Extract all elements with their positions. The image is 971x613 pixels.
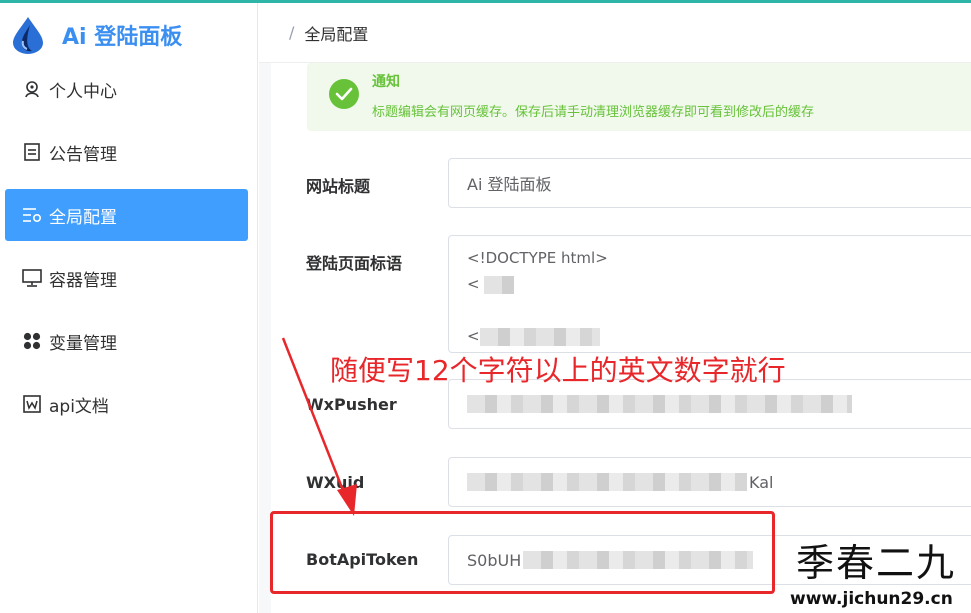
settings-list-icon	[21, 204, 43, 226]
blurred-content	[467, 473, 747, 491]
login-slogan-textarea[interactable]: <!DOCTYPE html> < <	[448, 235, 971, 353]
slogan-line: <	[467, 271, 971, 297]
water-drop-logo-icon	[13, 17, 43, 54]
login-slogan-label: 登陆页面标语	[306, 254, 403, 273]
sidebar-item-profile[interactable]: 个人中心	[5, 63, 248, 115]
site-title-label: 网站标题	[306, 177, 371, 196]
monitor-icon	[21, 267, 43, 289]
slogan-line: <!DOCTYPE html>	[467, 249, 608, 267]
sidebar-item-containers[interactable]: 容器管理	[5, 252, 248, 304]
annotation-highlight-box	[270, 511, 775, 594]
document-icon	[21, 141, 43, 163]
sidebar-item-variables[interactable]: 变量管理	[5, 315, 248, 367]
notice-alert: 通知 标题编辑会有网页缓存。保存后请手动清理浏览器缓存即可看到修改后的缓存	[307, 63, 971, 131]
annotation-text: 随便写12个字符以上的英文数字就行	[330, 354, 786, 387]
header-breadcrumb-bar: / 全局配置	[259, 3, 971, 63]
sidebar-item-label: 全局配置	[49, 207, 117, 228]
notice-title: 通知	[372, 74, 400, 90]
watermark-url: www.jichun29.cn	[790, 589, 953, 609]
site-title-value: Ai 登陆面板	[467, 175, 552, 194]
blurred-content	[484, 275, 515, 294]
watermark-text: 季春二九	[796, 541, 957, 585]
blurred-content	[467, 395, 852, 413]
sidebar-item-label: 公告管理	[49, 144, 117, 165]
sidebar-item-label: api文档	[49, 396, 109, 417]
app-title: Ai 登陆面板	[62, 25, 183, 50]
wxuid-tail: Kal	[749, 472, 774, 492]
sidebar-menu: 个人中心 公告管理 全局配置 容器管理 变量管理 api文档	[5, 63, 248, 441]
brand[interactable]: Ai 登陆面板	[10, 13, 182, 57]
breadcrumb[interactable]: 全局配置	[304, 21, 368, 45]
breadcrumb-separator: /	[289, 23, 295, 42]
sidebar-item-global-config[interactable]: 全局配置	[5, 189, 248, 241]
blurred-content	[479, 327, 600, 346]
wxuid-label: WXuid	[306, 473, 365, 492]
sidebar-item-label: 容器管理	[49, 270, 117, 291]
slogan-line: <	[467, 323, 971, 349]
sidebar-item-label: 变量管理	[49, 333, 117, 354]
slogan-line	[467, 297, 971, 323]
wxuid-input[interactable]: Kal	[448, 457, 971, 507]
grid-dots-icon	[21, 330, 43, 352]
word-doc-icon	[21, 393, 43, 415]
sidebar-item-announcements[interactable]: 公告管理	[5, 126, 248, 178]
user-circle-icon	[21, 78, 43, 100]
wxpusher-label: WxPusher	[306, 395, 397, 414]
sidebar-item-label: 个人中心	[49, 81, 117, 102]
site-title-input[interactable]: Ai 登陆面板	[448, 158, 971, 208]
sidebar: Ai 登陆面板 个人中心 公告管理 全局配置 容器管理 变量管理 api文档	[0, 3, 258, 613]
notice-description: 标题编辑会有网页缓存。保存后请手动清理浏览器缓存即可看到修改后的缓存	[372, 105, 815, 120]
sidebar-item-api-docs[interactable]: api文档	[5, 378, 248, 430]
success-check-icon	[329, 79, 359, 109]
